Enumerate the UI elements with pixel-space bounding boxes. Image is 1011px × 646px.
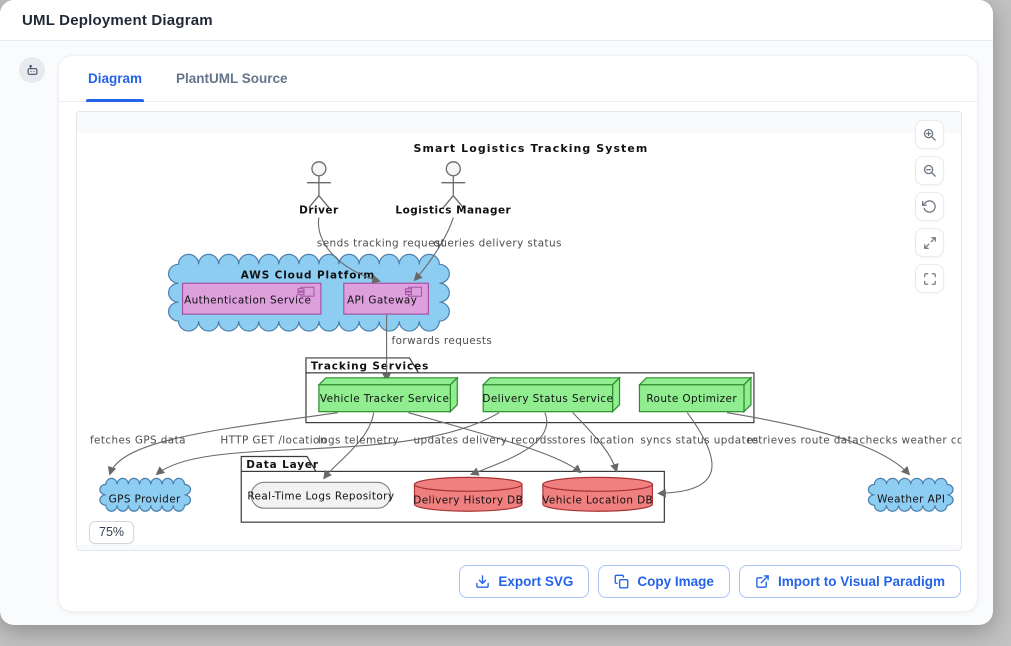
zoom-level-badge: 75%: [89, 521, 134, 544]
app-header: UML Deployment Diagram: [0, 0, 993, 41]
database-node: Vehicle Location DB: [542, 477, 653, 511]
app-window: UML Deployment Diagram Diagram PlantUML …: [0, 0, 993, 625]
expand-button[interactable]: [915, 228, 944, 257]
node-label: Delivery Status Service: [482, 393, 613, 405]
zoom-out-button[interactable]: [915, 156, 944, 185]
zoom-in-icon: [922, 127, 937, 142]
node-3d: Vehicle Tracker Service: [319, 378, 457, 412]
component-node: Authentication Service: [183, 283, 321, 314]
edge-label: logs telemetry: [318, 435, 399, 447]
external-link-icon: [755, 574, 770, 589]
import-visual-paradigm-button[interactable]: Import to Visual Paradigm: [739, 565, 961, 598]
database-node: Delivery History DB: [413, 477, 523, 511]
database-label: Delivery History DB: [413, 494, 523, 506]
zoom-out-icon: [922, 163, 937, 178]
action-bar: Export SVG Copy Image Import to Visual P…: [459, 565, 961, 598]
reset-view-button[interactable]: [915, 192, 944, 221]
actor-label: Logistics Manager: [395, 205, 511, 217]
database-label: Vehicle Location DB: [542, 494, 653, 506]
copy-image-button[interactable]: Copy Image: [598, 565, 730, 598]
actor-head: [312, 162, 326, 176]
page-title: UML Deployment Diagram: [22, 12, 213, 29]
actor-head: [446, 162, 460, 176]
export-svg-button[interactable]: Export SVG: [459, 565, 589, 598]
edge-label: fetches GPS data: [90, 435, 186, 447]
edge-label: stores location: [552, 435, 635, 447]
bot-button[interactable]: [19, 57, 45, 83]
diagram-card: Diagram PlantUML Source Smart Logistics …: [58, 55, 978, 612]
robot-icon: [25, 63, 40, 78]
component-label: API Gateway: [347, 295, 417, 307]
storage-node: Real-Time Logs Repository: [247, 482, 394, 508]
expand-icon: [923, 236, 937, 250]
fullscreen-icon: [923, 272, 937, 286]
node-3d: Delivery Status Service: [482, 378, 619, 412]
uml-deployment-diagram: Smart Logistics Tracking SystemAWS Cloud…: [77, 133, 961, 545]
edge-label: updates delivery records: [413, 435, 552, 447]
tab-bar: Diagram PlantUML Source: [59, 56, 977, 102]
node-3d: Route Optimizer: [639, 378, 750, 412]
cloud-node: GPS Provider: [100, 478, 191, 511]
edge-label: queries delivery status: [433, 237, 561, 249]
diagram-viewer: Smart Logistics Tracking SystemAWS Cloud…: [76, 111, 962, 551]
reset-icon: [922, 199, 937, 214]
tab-diagram[interactable]: Diagram: [86, 56, 144, 101]
edge-label: sends tracking request: [317, 237, 445, 249]
copy-icon: [614, 574, 629, 589]
cloud-label: GPS Provider: [109, 493, 181, 505]
fullscreen-button[interactable]: [915, 264, 944, 293]
package-label: Data Layer: [246, 459, 319, 471]
component-node: API Gateway: [344, 283, 429, 314]
actor-label: Driver: [299, 205, 339, 217]
zoom-in-button[interactable]: [915, 120, 944, 149]
tab-plantuml-source[interactable]: PlantUML Source: [174, 56, 290, 101]
storage-label: Real-Time Logs Repository: [247, 490, 394, 502]
page-content: Diagram PlantUML Source Smart Logistics …: [0, 41, 993, 625]
zoom-controls: [915, 120, 944, 293]
diagram-canvas[interactable]: Smart Logistics Tracking SystemAWS Cloud…: [77, 133, 961, 545]
cloud-node: Weather API: [868, 478, 953, 511]
actor: [441, 162, 465, 208]
cloud-label: Weather API: [877, 493, 945, 505]
download-icon: [475, 574, 490, 589]
package-label: Tracking Services: [311, 360, 429, 372]
node-label: Vehicle Tracker Service: [320, 393, 449, 405]
edge-label: checks weather con: [859, 435, 961, 447]
edge-label: syncs status updates: [640, 435, 758, 447]
component-label: Authentication Service: [184, 295, 311, 307]
diagram-edge: [658, 413, 712, 494]
edge-label: forwards requests: [392, 335, 493, 347]
diagram-title: Smart Logistics Tracking System: [413, 142, 648, 155]
node-label: Route Optimizer: [646, 393, 737, 405]
actor: [307, 162, 331, 208]
edge-label: HTTP GET /location: [220, 435, 327, 447]
edge-label: retrieves route data: [747, 435, 859, 447]
